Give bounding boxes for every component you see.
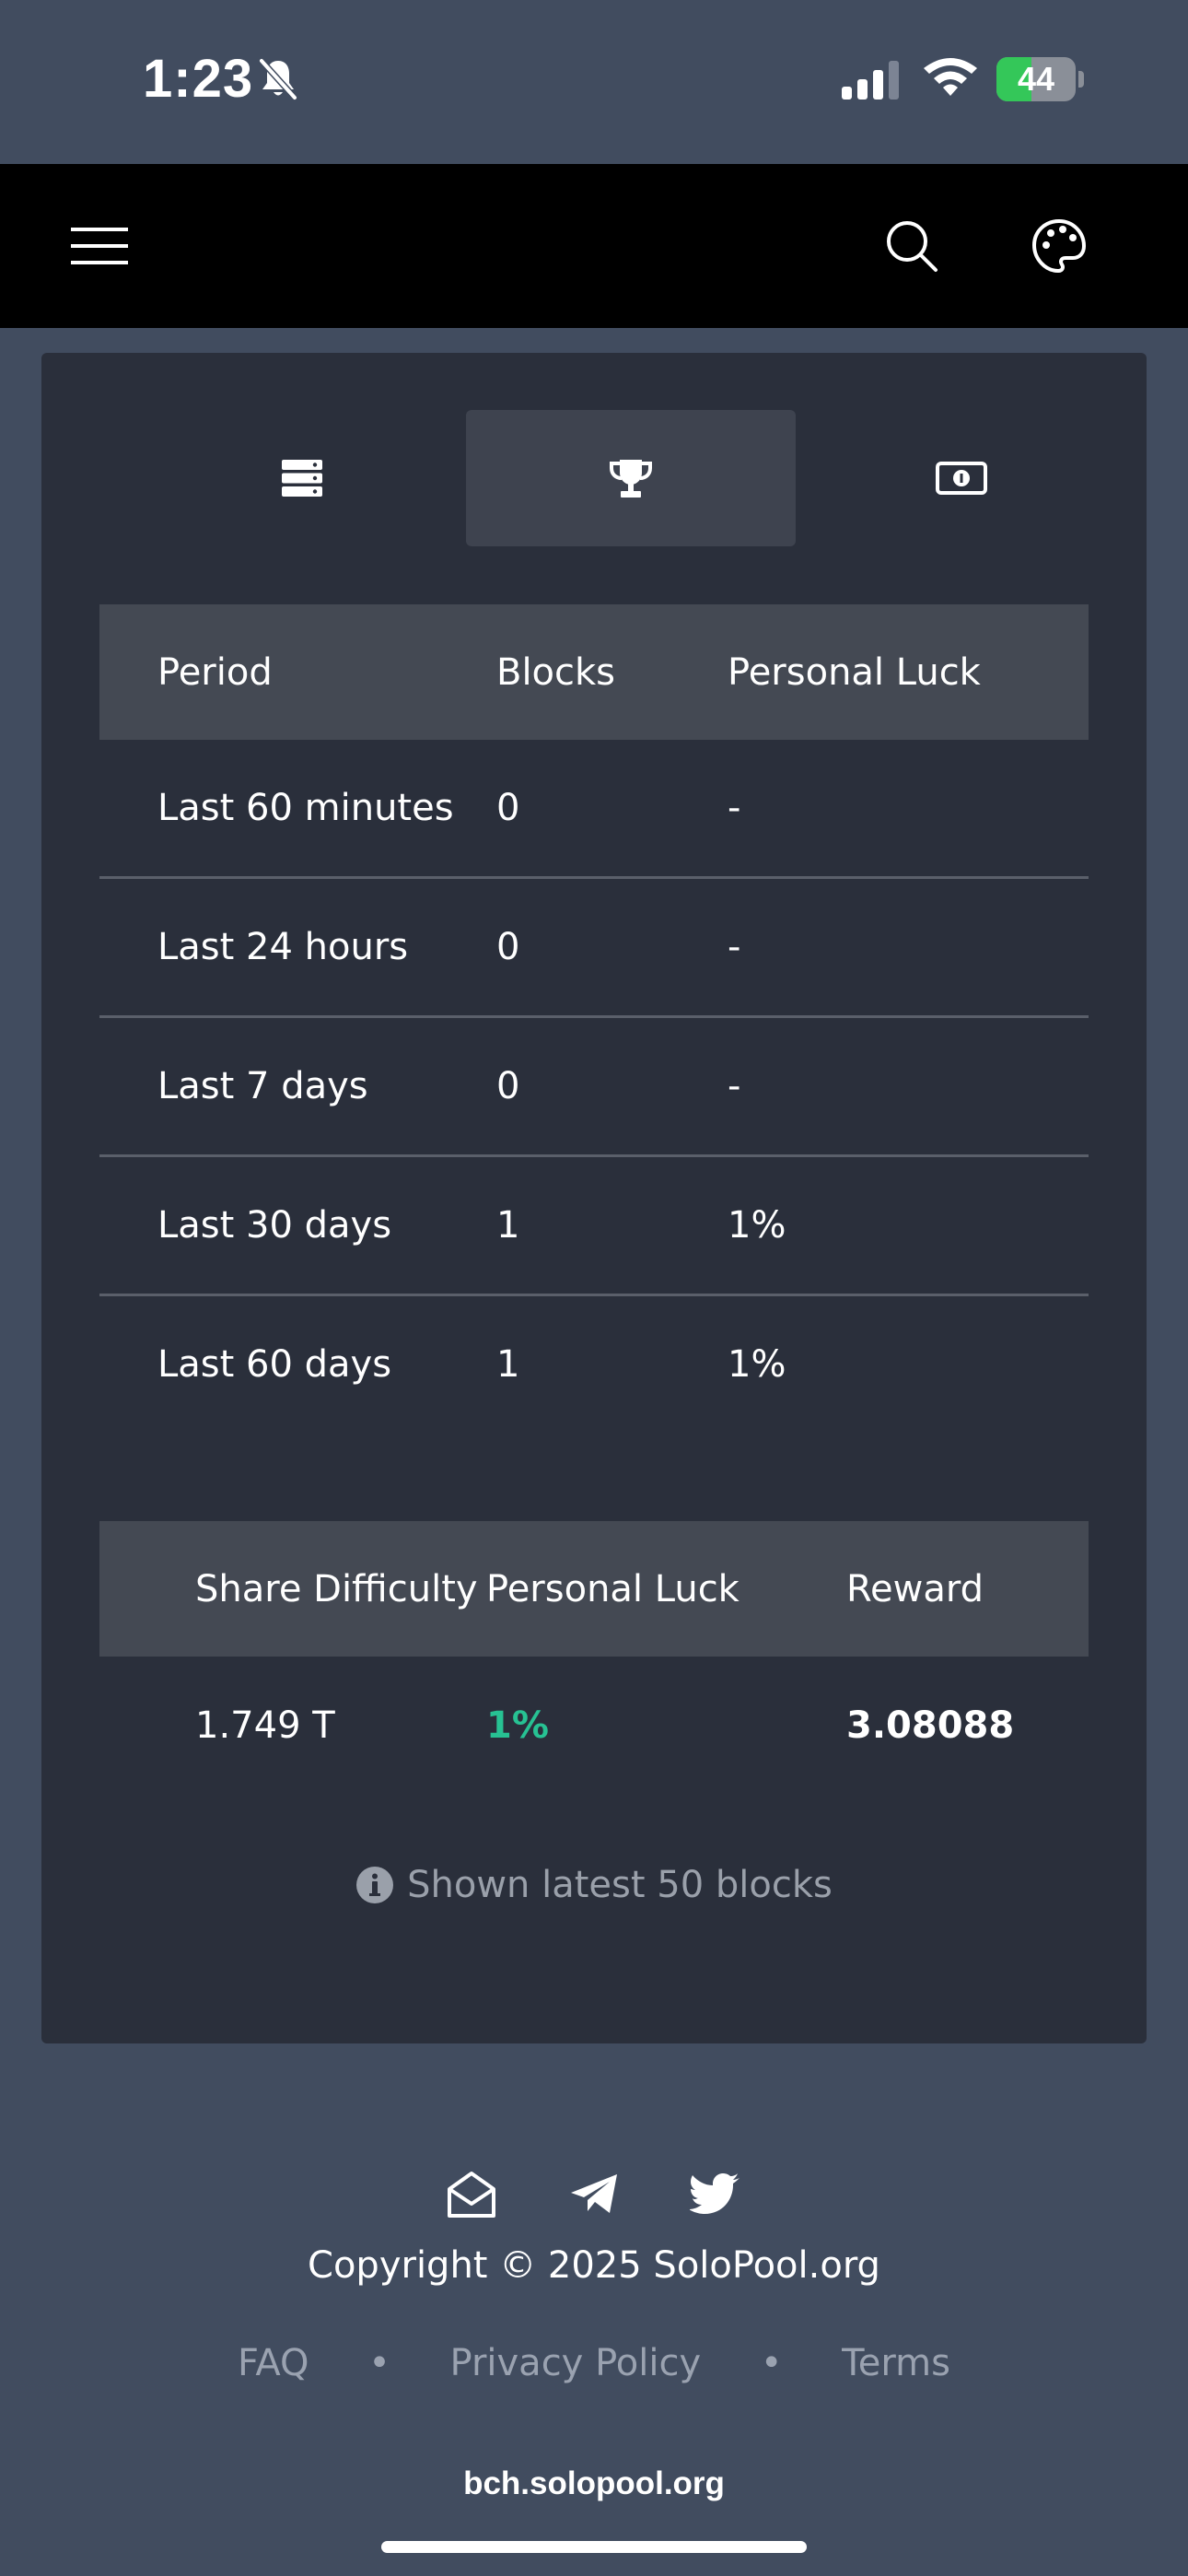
table-row: Last 60 minutes 0 -	[99, 740, 1089, 878]
table-row: Last 24 hours 0 -	[99, 876, 1089, 1017]
tab-bar	[137, 410, 1132, 546]
blocks-card: Period Blocks Personal Luck Last 60 minu…	[41, 353, 1147, 2043]
column-header-blocks[interactable]: Blocks	[496, 604, 728, 740]
blocks-cell: 0	[496, 876, 728, 1017]
table-header-row: Share Difficulty Personal Luck Reward	[99, 1521, 1089, 1657]
period-cell: Last 30 days	[99, 1154, 496, 1295]
period-cell: Last 60 minutes	[157, 787, 454, 829]
shares-table: Share Difficulty Personal Luck Reward 1.…	[99, 1521, 1089, 1795]
terms-link[interactable]: Terms	[842, 2342, 950, 2384]
info-circle-icon	[356, 1867, 394, 1903]
privacy-policy-link[interactable]: Privacy Policy	[450, 2342, 702, 2384]
column-header-reward[interactable]: Reward	[846, 1521, 1089, 1657]
period-cell: Last 24 hours	[99, 876, 496, 1017]
luck-cell: -	[728, 787, 741, 829]
status-bar: 1:23 44	[0, 0, 1188, 164]
bell-slash-icon	[259, 58, 297, 100]
telegram-icon[interactable]	[565, 2165, 623, 2224]
faq-link[interactable]: FAQ	[238, 2342, 309, 2384]
search-icon[interactable]	[866, 164, 958, 328]
palette-icon[interactable]	[1013, 164, 1105, 328]
blocks-cell: 1	[496, 1294, 728, 1433]
tab-servers[interactable]	[137, 410, 467, 546]
link-separator: •	[760, 2342, 783, 2384]
info-note-text: Shown latest 50 blocks	[407, 1864, 833, 1906]
reward-cell: 3.08088	[846, 1704, 1015, 1747]
battery-level: 44	[1017, 60, 1055, 98]
column-header-personal-luck[interactable]: Personal Luck	[728, 604, 1089, 740]
status-time: 1:23	[143, 49, 254, 109]
table-header-row: Period Blocks Personal Luck	[99, 604, 1089, 740]
home-indicator[interactable]	[381, 2541, 807, 2553]
luck-cell: 1%	[486, 1704, 549, 1747]
table-row: Last 7 days 0 -	[99, 1015, 1089, 1156]
period-cell: Last 60 days	[99, 1294, 496, 1433]
link-separator: •	[368, 2342, 390, 2384]
column-header-personal-luck[interactable]: Personal Luck	[486, 1521, 846, 1657]
server-icon	[282, 460, 322, 497]
table-row: Last 60 days 1 1%	[99, 1294, 1089, 1433]
address-bar-url[interactable]: bch.solopool.org	[0, 2465, 1188, 2502]
table-row: Last 30 days 1 1%	[99, 1154, 1089, 1295]
footer-social-icons	[0, 2165, 1188, 2224]
blocks-cell: 0	[496, 787, 520, 829]
luck-cell: 1%	[728, 1154, 1089, 1295]
wifi-icon	[924, 58, 977, 96]
blocks-cell: 1	[496, 1154, 728, 1295]
table-row[interactable]: 1.749 T 1% 3.08088	[99, 1657, 1089, 1795]
footer-links: FAQ • Privacy Policy • Terms	[0, 2342, 1188, 2384]
luck-cell: -	[728, 1015, 1089, 1156]
hamburger-menu-icon[interactable]	[46, 164, 153, 328]
money-bill-icon	[936, 462, 987, 495]
column-header-share-difficulty[interactable]: Share Difficulty	[99, 1521, 486, 1657]
luck-cell: -	[728, 876, 1089, 1017]
blocks-table: Period Blocks Personal Luck Last 60 minu…	[99, 604, 1089, 1433]
trophy-icon	[610, 460, 652, 498]
twitter-icon[interactable]	[686, 2165, 745, 2224]
envelope-open-icon[interactable]	[442, 2165, 501, 2224]
period-cell: Last 7 days	[99, 1015, 496, 1156]
tab-payments[interactable]	[797, 410, 1126, 546]
cellular-signal-icon	[842, 61, 899, 100]
column-header-period[interactable]: Period	[99, 604, 496, 740]
top-navbar	[0, 164, 1188, 328]
tab-blocks[interactable]	[466, 410, 796, 546]
blocks-cell: 0	[496, 1015, 728, 1156]
share-difficulty-cell: 1.749 T	[195, 1704, 335, 1747]
info-note: Shown latest 50 blocks	[41, 1864, 1147, 1906]
luck-cell: 1%	[728, 1294, 1089, 1433]
battery-charging-icon: 44	[996, 57, 1085, 101]
copyright-text: Copyright © 2025 SoloPool.org	[308, 2244, 880, 2287]
